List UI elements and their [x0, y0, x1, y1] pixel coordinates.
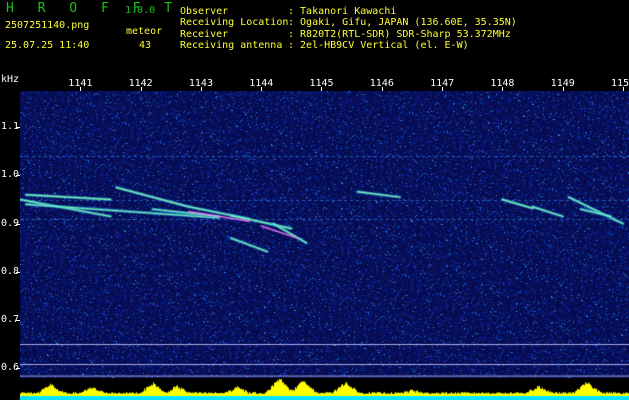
- y-axis-unit-label: kHz: [1, 74, 20, 85]
- file-name: 2507251140.png: [5, 20, 90, 31]
- location-value: : Ogaki, Gifu, JAPAN (136.60E, 35.35N): [288, 17, 517, 28]
- meteor-count-value: 43: [139, 40, 152, 51]
- observer-label: Observer: [180, 6, 229, 17]
- antenna-value: : 2el-HB9CV Vertical (el. E-W): [288, 40, 469, 51]
- x-tick-label: 1150: [610, 78, 629, 89]
- receiver-label: Receiver: [180, 29, 229, 40]
- location-label: Receiving Location: [180, 17, 289, 28]
- capture-datetime: 25.07.25 11:40: [5, 40, 90, 51]
- receiver-value: : R820T2(RTL-SDR) SDR-Sharp 53.372MHz: [288, 29, 511, 40]
- meteor-count-label: meteor: [126, 26, 163, 37]
- observer-value: : Takanori Kawachi: [288, 6, 397, 17]
- antenna-label: Receiving antenna: [180, 40, 283, 51]
- spectrogram-plot: [20, 91, 629, 400]
- app-version: 1.0.0: [125, 5, 156, 16]
- header-panel: H R O F F T 1.0.0 2507251140.png 25.07.2…: [0, 0, 629, 74]
